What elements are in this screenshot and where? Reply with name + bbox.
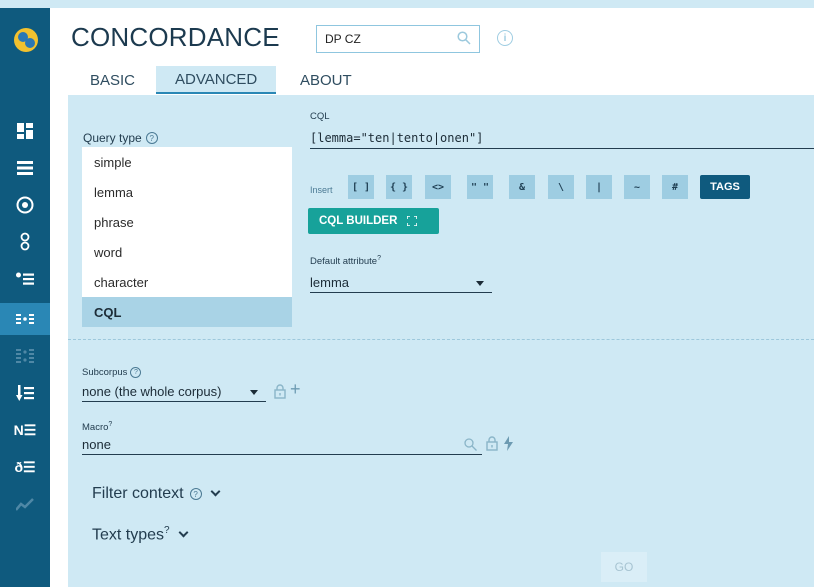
advanced-query-panel: Query type ? simple lemma phrase word ch…: [68, 95, 814, 587]
trend-chart-icon[interactable]: [0, 488, 50, 520]
sort-icon[interactable]: [0, 377, 50, 409]
insert-braces-button[interactable]: { }: [386, 175, 412, 199]
help-icon[interactable]: ?: [130, 367, 142, 378]
sidebar: N☰ ð☰: [0, 8, 50, 587]
chevron-down-icon: [210, 486, 221, 497]
cql-builder-label: CQL BUILDER: [319, 215, 398, 227]
info-icon[interactable]: i: [497, 30, 513, 46]
insert-tilde-button[interactable]: ~: [624, 175, 650, 199]
insert-quotes-button[interactable]: " ": [467, 175, 493, 199]
query-type-list: simple lemma phrase word character CQL: [82, 147, 292, 327]
insert-angle-button[interactable]: <>: [425, 175, 451, 199]
insert-backslash-button[interactable]: \: [548, 175, 574, 199]
query-type-option-simple[interactable]: simple: [82, 147, 292, 177]
top-strip: [0, 0, 814, 8]
corpus-value: DP CZ: [325, 32, 361, 46]
section-divider: [68, 339, 814, 340]
subcorpus-value: none (the whole corpus): [82, 384, 222, 399]
parallel-concordance-icon[interactable]: [0, 340, 50, 372]
list-icon[interactable]: [0, 152, 50, 184]
trends-list-icon[interactable]: ð☰: [0, 451, 50, 483]
target-icon[interactable]: [0, 189, 50, 221]
subcorpus-label: Subcorpus ?: [82, 367, 142, 378]
tags-button[interactable]: TAGS: [700, 175, 750, 199]
query-type-option-phrase[interactable]: phrase: [82, 207, 292, 237]
add-icon[interactable]: +: [290, 379, 301, 400]
insert-label: Insert: [310, 185, 333, 195]
tab-about[interactable]: ABOUT: [300, 66, 352, 94]
concordance-icon[interactable]: [0, 303, 50, 335]
query-type-option-character[interactable]: character: [82, 267, 292, 297]
ngrams-icon[interactable]: N☰: [0, 414, 50, 446]
query-type-option-word[interactable]: word: [82, 237, 292, 267]
default-attribute-select[interactable]: lemma: [310, 273, 492, 293]
lock-icon[interactable]: [486, 436, 498, 456]
keywords-icon[interactable]: [0, 263, 50, 295]
chevron-down-icon: [178, 527, 189, 538]
insert-brackets-button[interactable]: [ ]: [348, 175, 374, 199]
search-icon[interactable]: [464, 438, 477, 456]
macro-input[interactable]: none: [82, 435, 482, 455]
macro-label: Macro?: [82, 421, 113, 434]
filter-context-label: Filter context: [92, 485, 184, 502]
lightning-icon[interactable]: [504, 436, 513, 456]
cql-label: CQL: [310, 111, 330, 122]
search-icon[interactable]: [457, 31, 471, 48]
query-type-label: Query type ?: [83, 131, 158, 145]
default-attribute-value: lemma: [310, 275, 350, 290]
tab-advanced[interactable]: ADVANCED: [156, 66, 277, 94]
insert-and-button[interactable]: &: [509, 175, 535, 199]
wordlist-icon[interactable]: [0, 226, 50, 258]
help-icon[interactable]: ?: [189, 488, 202, 500]
query-type-option-cql[interactable]: CQL: [82, 297, 292, 327]
expand-icon: [407, 216, 418, 226]
cql-input[interactable]: [lemma="ten|tento|onen"]: [310, 127, 814, 149]
app-logo-icon[interactable]: [14, 28, 38, 52]
lock-icon[interactable]: [274, 384, 286, 404]
go-button[interactable]: GO: [601, 552, 647, 582]
dropdown-caret-icon: [476, 281, 484, 286]
insert-pipe-button[interactable]: |: [586, 175, 612, 199]
subcorpus-select[interactable]: none (the whole corpus): [82, 382, 266, 402]
default-attribute-label: Default attribute?: [310, 255, 381, 268]
dropdown-caret-icon: [250, 390, 258, 395]
cql-builder-button[interactable]: CQL BUILDER: [308, 208, 439, 234]
filter-context-toggle[interactable]: Filter context ?: [92, 485, 221, 503]
corpus-selector[interactable]: DP CZ: [316, 25, 480, 53]
help-icon[interactable]: ?: [145, 132, 158, 144]
insert-hash-button[interactable]: #: [662, 175, 688, 199]
query-type-option-lemma[interactable]: lemma: [82, 177, 292, 207]
page-title: CONCORDANCE: [71, 22, 280, 52]
tab-basic[interactable]: BASIC: [90, 66, 135, 94]
text-types-label: Text types?: [92, 525, 170, 544]
dashboard-icon[interactable]: [0, 115, 50, 147]
macro-value: none: [82, 437, 111, 452]
text-types-toggle[interactable]: Text types?: [92, 525, 189, 544]
